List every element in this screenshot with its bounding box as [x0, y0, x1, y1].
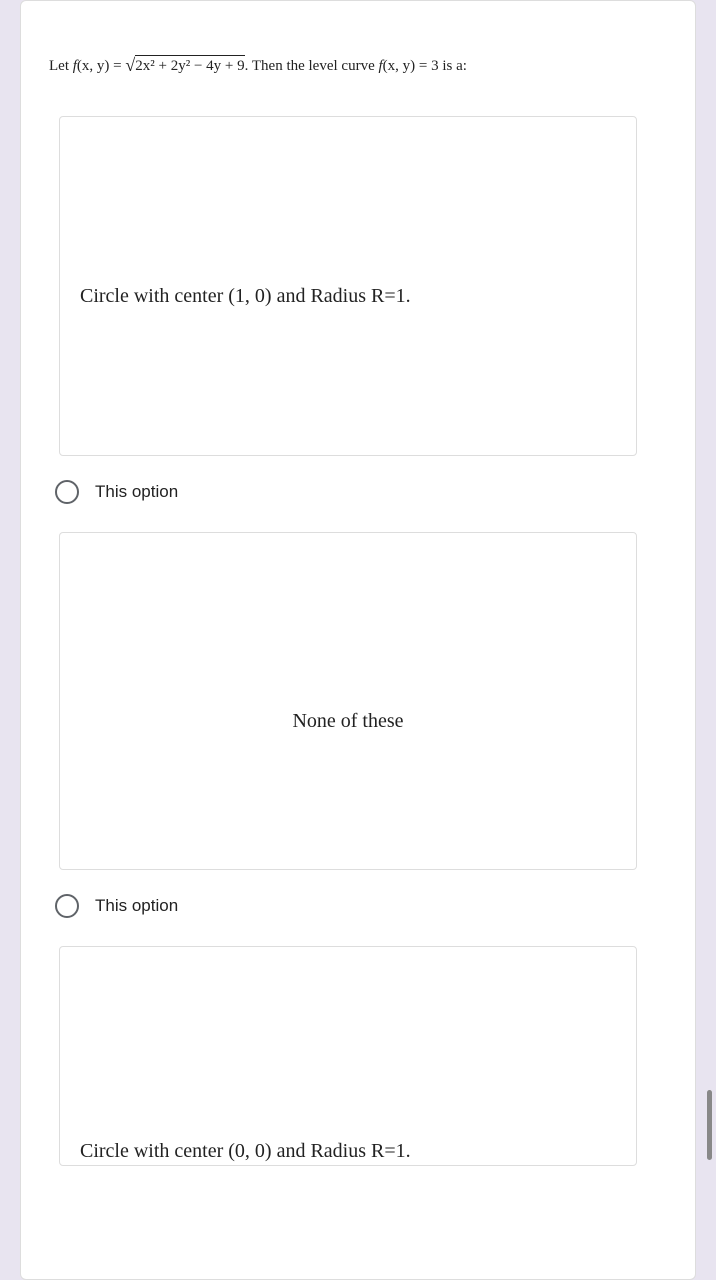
radio-label-2: This option	[95, 896, 178, 916]
function-args-2: (x, y) = 3	[383, 58, 439, 74]
question-suffix: is a:	[439, 58, 467, 74]
radio-label-1: This option	[95, 482, 178, 502]
option-text-2: None of these	[80, 710, 616, 733]
radical-symbol: √	[125, 55, 135, 75]
radicand: 2x² + 2y² − 4y + 9	[135, 58, 244, 74]
question-card: Let f(x, y) = √2x² + 2y² − 4y + 9. Then …	[20, 0, 696, 1280]
option-text-3: Circle with center (0, 0) and Radius R=1…	[80, 1140, 616, 1163]
option-row-1[interactable]: This option	[55, 480, 667, 504]
sqrt-expression: √2x² + 2y² − 4y + 9	[125, 55, 244, 76]
question-text: Let f(x, y) = √2x² + 2y² − 4y + 9. Then …	[49, 55, 667, 76]
option-image-3: Circle with center (0, 0) and Radius R=1…	[59, 946, 637, 1166]
function-args-1: (x, y) =	[77, 58, 125, 74]
question-prefix: Let	[49, 58, 73, 74]
option-text-1: Circle with center (1, 0) and Radius R=1…	[80, 285, 616, 308]
option-image-1: Circle with center (1, 0) and Radius R=1…	[59, 116, 637, 456]
option-row-2[interactable]: This option	[55, 894, 667, 918]
option-image-2: None of these	[59, 532, 637, 870]
radio-button-1[interactable]	[55, 480, 79, 504]
radio-button-2[interactable]	[55, 894, 79, 918]
question-middle: . Then the level curve	[245, 58, 379, 74]
scrollbar-thumb[interactable]	[707, 1090, 712, 1160]
